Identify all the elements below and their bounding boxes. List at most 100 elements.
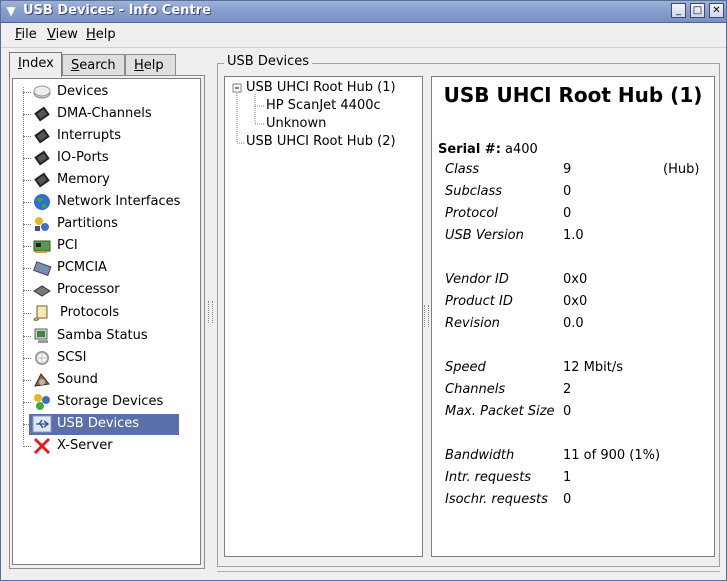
tree-branch <box>23 246 31 247</box>
devices-icon <box>32 83 52 101</box>
chip-icon <box>32 105 52 123</box>
tree-item-unknown[interactable]: Unknown <box>266 116 326 131</box>
detail-row: Max. Packet Size 0 <box>445 404 705 424</box>
index-item-label: Samba Status <box>57 328 148 343</box>
index-item-label: USB Devices <box>57 416 140 431</box>
window-menu-icon[interactable]: ▼ <box>3 3 19 19</box>
serial-line: Serial #: a400 <box>438 142 538 157</box>
index-item-protocols[interactable]: Protocols <box>13 303 193 323</box>
index-item-pci[interactable]: PCI <box>13 236 193 256</box>
index-item-partitions[interactable]: Partitions <box>13 214 193 234</box>
usb-device-tree[interactable]: USB UHCI Root Hub (1) HP ScanJet 4400c U… <box>224 76 423 557</box>
tab-index-label: ndex <box>21 56 54 71</box>
index-item-usb-devices[interactable]: USB Devices <box>13 414 193 435</box>
detail-value: 0 <box>563 404 572 419</box>
index-item-pcmcia[interactable]: PCMCIA <box>13 258 193 278</box>
index-item-label: PCMCIA <box>57 260 107 275</box>
minimize-button[interactable]: _ <box>671 3 686 18</box>
detail-row: Class 9 (Hub) <box>445 162 705 182</box>
tab-search-label: earch <box>79 58 116 73</box>
index-item-interrupts[interactable]: Interrupts <box>13 126 193 146</box>
detail-row: Isochr. requests 0 <box>445 492 705 512</box>
title-bar[interactable]: ▼ USB Devices - Info Centre _ □ ✕ <box>1 1 726 23</box>
detail-key: Bandwidth <box>445 448 515 463</box>
tree-branch <box>23 158 31 159</box>
detail-row: Bandwidth 11 of 900 (1%) <box>445 448 705 468</box>
detail-row: Channels 2 <box>445 382 705 402</box>
serial-label: Serial #: <box>438 142 501 157</box>
samba-icon <box>32 327 52 345</box>
splitter-handle[interactable] <box>208 301 213 323</box>
detail-value: 0.0 <box>563 316 584 331</box>
tree-branch <box>23 380 31 381</box>
index-tree[interactable]: Devices DMA-Channels Interrupts IO-Ports… <box>12 78 201 565</box>
index-item-label: Storage Devices <box>57 394 164 409</box>
index-item-label: DMA-Channels <box>57 106 152 121</box>
detail-row: USB Version 1.0 <box>445 228 705 248</box>
index-item-label: Devices <box>57 84 109 99</box>
maximize-button[interactable]: □ <box>690 3 705 18</box>
tab-search[interactable]: Search <box>62 54 125 76</box>
detail-value: 1 <box>563 470 572 485</box>
index-item-x-server[interactable]: X-Server <box>13 436 193 456</box>
index-item-label: IO-Ports <box>57 150 109 165</box>
detail-key: Vendor ID <box>445 272 509 287</box>
detail-row: Intr. requests 1 <box>445 470 705 490</box>
detail-extra: (Hub) <box>663 162 700 177</box>
detail-key: Isochr. requests <box>445 492 548 507</box>
storage-icon <box>32 393 52 411</box>
detail-value: 9 <box>563 162 572 177</box>
index-item-label: X-Server <box>57 438 113 453</box>
index-item-label: Interrupts <box>57 128 121 143</box>
detail-row: Speed 12 Mbit/s <box>445 360 705 380</box>
detail-row: Protocol 0 <box>445 206 705 226</box>
tree-branch <box>23 114 31 115</box>
processor-icon <box>32 281 52 299</box>
tree-branch <box>23 268 31 269</box>
chip-icon <box>32 171 52 189</box>
tree-branch <box>23 402 31 403</box>
index-item-label: Network Interfaces <box>57 194 181 209</box>
detail-value: 11 of 900 (1%) <box>563 448 661 463</box>
index-item-sound[interactable]: Sound <box>13 370 193 390</box>
index-item-label: Processor <box>57 282 120 297</box>
window-title: USB Devices - Info Centre <box>23 3 211 18</box>
index-item-scsi[interactable]: SCSI <box>13 348 193 368</box>
detail-key: Class <box>445 162 480 177</box>
menu-view[interactable]: View <box>47 27 78 42</box>
menu-help-accel: H <box>86 27 96 42</box>
tree-branch <box>23 202 31 203</box>
detail-row: Vendor ID 0x0 <box>445 272 705 292</box>
index-item-storage-devices[interactable]: Storage Devices <box>13 392 193 412</box>
tab-index[interactable]: Index <box>9 52 62 77</box>
detail-key: USB Version <box>445 228 524 243</box>
device-details-pane: USB UHCI Root Hub (1) Serial #: a400 Cla… <box>431 76 715 557</box>
index-item-memory[interactable]: Memory <box>13 170 193 190</box>
tree-item-root-hub-2[interactable]: USB UHCI Root Hub (2) <box>246 134 396 149</box>
menu-file-label: ile <box>21 27 37 42</box>
bottom-separator <box>217 571 720 572</box>
detail-value: 0x0 <box>563 272 588 287</box>
tab-help[interactable]: Help <box>125 54 176 76</box>
index-item-label: Protocols <box>60 305 120 320</box>
index-item-devices[interactable]: Devices <box>13 82 193 102</box>
index-item-processor[interactable]: Processor <box>13 280 193 300</box>
index-item-samba-status[interactable]: Samba Status <box>13 326 193 346</box>
index-item-io-ports[interactable]: IO-Ports <box>13 148 193 168</box>
tree-branch <box>23 313 31 314</box>
menu-help[interactable]: Help <box>86 27 116 42</box>
close-button[interactable]: ✕ <box>709 3 724 18</box>
tree-item-root-hub-1[interactable]: USB UHCI Root Hub (1) <box>246 80 396 95</box>
menu-file[interactable]: File <box>15 27 37 42</box>
detail-row: Revision 0.0 <box>445 316 705 336</box>
index-item-dma-channels[interactable]: DMA-Channels <box>13 104 193 124</box>
index-item-label: SCSI <box>57 350 87 365</box>
tree-branch <box>23 92 31 93</box>
tree-branch <box>23 446 31 447</box>
index-item-label: Sound <box>57 372 98 387</box>
index-item-network-interfaces[interactable]: Network Interfaces <box>13 192 193 212</box>
detail-key: Subclass <box>445 184 503 199</box>
scroll-icon <box>32 304 52 322</box>
partitions-icon <box>32 215 52 233</box>
tree-item-hp-scanjet[interactable]: HP ScanJet 4400c <box>266 98 381 113</box>
